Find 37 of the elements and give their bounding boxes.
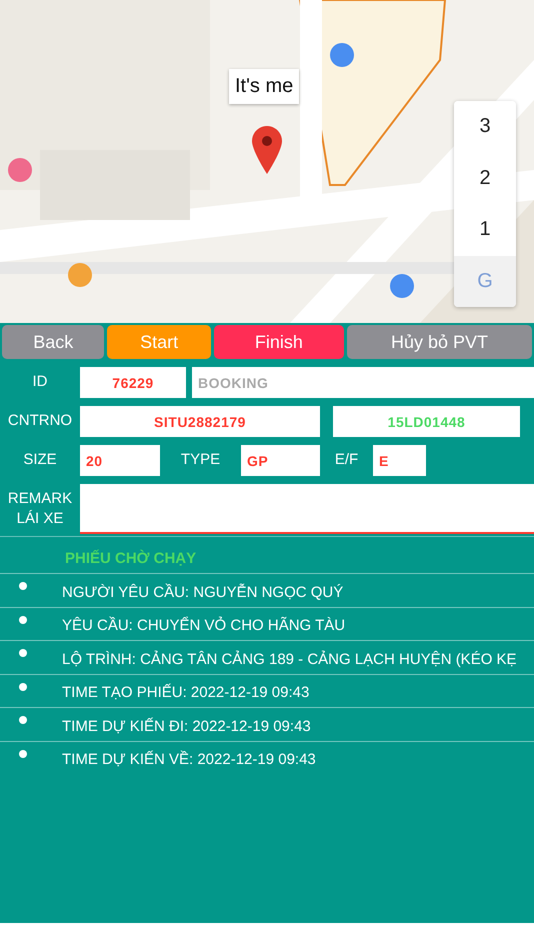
floor-option[interactable]: 3 — [454, 101, 516, 152]
booking-field[interactable]: BOOKING — [192, 367, 534, 398]
cntrno-field[interactable]: SITU2882179 — [80, 406, 320, 437]
type-label: TYPE — [180, 450, 222, 470]
bullet-icon — [19, 649, 27, 658]
detail-text: NGƯỜI YÊU CẦU: NGUYỄN NGỌC QUÝ — [62, 582, 344, 601]
detail-text: YÊU CẦU: CHUYỂN VỎ CHO HÃNG TÀU — [62, 616, 346, 634]
ef-field[interactable]: E — [373, 445, 426, 476]
bullet-icon — [19, 682, 27, 691]
id-field[interactable]: 76229 — [80, 367, 186, 398]
cntrno-label: CNTRNO — [6, 411, 74, 432]
action-button[interactable]: Back — [2, 325, 104, 359]
size-field[interactable]: 20 — [80, 445, 160, 476]
bullet-icon — [19, 716, 27, 724]
remark-label: REMARK LÁI XE — [6, 488, 74, 529]
finish-button[interactable]: Finish — [214, 325, 344, 359]
floor-option[interactable]: G — [454, 256, 516, 307]
bullet-icon — [19, 616, 27, 624]
type-field[interactable]: GP — [241, 445, 320, 476]
detail-text: TIME TẠO PHIẾU: 2022-12-19 09:43 — [62, 682, 310, 702]
bullet-icon — [19, 750, 27, 758]
plate-field[interactable]: 15LD01448 — [333, 406, 520, 437]
bullet-icon — [19, 582, 27, 590]
ef-label: E/F — [334, 450, 360, 470]
id-label: ID — [32, 372, 48, 392]
detail-text: TIME DỰ KIẾN VỀ: 2022-12-19 09:43 — [62, 750, 316, 768]
start-button[interactable]: Start — [107, 325, 211, 359]
action-button[interactable]: Hủy bỏ PVT — [347, 325, 532, 359]
map-pin-icon — [252, 126, 282, 174]
remark-field[interactable] — [80, 484, 534, 534]
detail-text: LỘ TRÌNH: CẢNG TÂN CẢNG 189 - CẢNG LẠCH HUYỆN (KÉO KẸ — [62, 650, 517, 668]
floor-option[interactable]: 2 — [454, 152, 516, 204]
detail-text: TIME DỰ KIẾN ĐI: 2022-12-19 09:43 — [62, 716, 311, 735]
callout-label: It's me — [229, 69, 300, 104]
section-title: PHIẾU CHỜ CHẠY — [0, 536, 534, 573]
floor-option[interactable]: 1 — [454, 204, 516, 256]
size-label: SIZE — [22, 450, 58, 470]
